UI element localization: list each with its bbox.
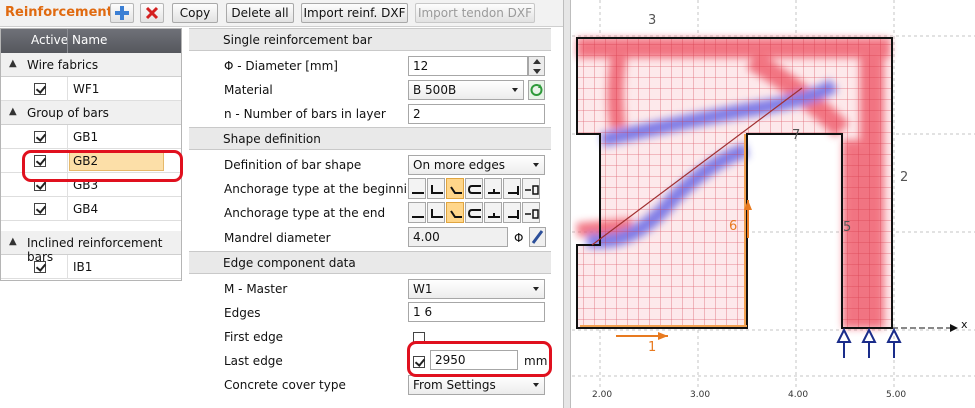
number-of-bars-input[interactable]: 2 [408,104,545,124]
tree-item-ib1[interactable]: IB1 [1,255,181,279]
row-shape-definition: Definition of bar shape On more edges [189,153,551,177]
edges-input[interactable]: 1 6 [408,302,545,322]
anchor-end-hook-90[interactable] [427,202,445,223]
tree-header: Active Name [1,29,181,53]
refresh-icon [530,84,543,96]
edge-label-2: 2 [900,170,909,185]
group-inclined[interactable]: ▲ Inclined reinforcement bars [1,231,181,264]
column-active[interactable]: Active [31,33,68,47]
row-edges: Edges 1 6 [189,301,551,325]
tree-item-gb4[interactable]: GB4 [1,197,181,221]
section-edge-component[interactable]: Edge component data [189,251,551,274]
section-drawing[interactable]: 3 2 7 6 5 1 x 2.00 3.00 4.00 5.00 [572,0,975,408]
row-master: M - Master W1 [189,277,551,301]
active-checkbox[interactable] [34,131,46,143]
cross-section-canvas [572,0,975,390]
edge-label-1: 1 [648,340,657,355]
mandrel-edit-button[interactable] [529,227,546,247]
anchor-end-straight[interactable] [408,202,426,223]
row-anchor-end: Anchorage type at the end [189,201,551,225]
row-mandrel-diameter: Mandrel diameter 4.00 Φ [189,226,551,250]
tick-label: 5.00 [886,390,907,400]
mandrel-unit: Φ [514,231,524,245]
delete-x-icon [145,6,159,20]
tree-item-wf1[interactable]: WF1 [1,77,181,101]
row-diameter: Φ - Diameter [mm] 12 [189,54,551,78]
edge-label-6: 6 [729,219,738,234]
delete-all-button[interactable]: Delete all [226,3,294,23]
diameter-spinner[interactable] [528,56,545,76]
anchor-begin-straight[interactable] [408,178,426,199]
anchor-begin-hook-90[interactable] [427,178,445,199]
anchor-end-hook-135[interactable] [446,202,464,223]
tick-label: 2.00 [592,390,613,400]
group-wire-fabrics[interactable]: ▲ Wire fabrics [1,53,181,77]
active-checkbox[interactable] [34,261,46,273]
section-single-bar[interactable]: Single reinforcement bar [189,28,551,51]
annotation-highlight-last-edge [407,341,552,377]
row-anchor-begin: Anchorage type at the beginning [189,177,551,201]
row-material: Material B 500B [189,78,551,102]
anchor-end-bent-up[interactable] [484,202,502,223]
copy-button[interactable]: Copy [172,3,218,23]
pencil-icon [531,230,544,244]
panel-title: Reinforcement [5,5,113,20]
anchor-begin-coupler[interactable] [522,178,540,199]
active-checkbox[interactable] [34,203,46,215]
mandrel-diameter-input[interactable]: 4.00 [408,227,508,247]
row-number-of-bars: n - Number of bars in layer 2 [189,102,551,126]
import-reinf-dxf-button[interactable]: Import reinf. DXF [301,3,408,23]
anchor-begin-bent-up[interactable] [484,178,502,199]
anchor-end-plate[interactable] [503,202,521,223]
group-bars[interactable]: ▲ Group of bars [1,101,181,125]
anchor-begin-plate[interactable] [503,178,521,199]
chevron-up-icon[interactable]: ▲ [9,106,17,117]
anchor-end-loop[interactable] [465,202,483,223]
tick-label: 4.00 [788,390,809,400]
import-tendon-dxf-button: Import tendon DXF [415,3,535,23]
wire-fabric-mesh [577,38,892,328]
material-edit-button[interactable] [528,80,545,100]
axis-x-label: x [961,318,968,331]
material-select[interactable]: B 500B [408,80,524,100]
anchor-begin-loop[interactable] [465,178,483,199]
diameter-input[interactable]: 12 [408,56,528,76]
section-shape-definition[interactable]: Shape definition [189,127,551,150]
edge-label-7: 7 [792,128,801,143]
anchor-begin-hook-135[interactable] [446,178,464,199]
annotation-highlight-gb2 [22,150,183,182]
master-select[interactable]: W1 [408,279,545,299]
chevron-up-icon[interactable]: ▲ [9,58,17,69]
panel-splitter[interactable] [563,0,571,408]
tree-item-gb1[interactable]: GB1 [1,125,181,149]
reinforcement-toolbar: Reinforcement Copy Delete all Import rei… [0,0,565,27]
edge-label-3: 3 [648,13,657,28]
chevron-up-icon[interactable]: ▲ [9,236,17,247]
column-name[interactable]: Name [72,33,107,47]
tick-label: 3.00 [690,390,711,400]
active-checkbox[interactable] [34,83,46,95]
anchor-end-coupler[interactable] [522,202,540,223]
shape-definition-select[interactable]: On more edges [408,155,545,175]
cover-type-select[interactable]: From Settings [408,375,545,395]
edge-label-5: 5 [843,220,852,235]
delete-button[interactable] [140,3,164,23]
plus-icon [115,6,129,20]
add-button[interactable] [110,3,134,23]
supports [836,327,902,358]
